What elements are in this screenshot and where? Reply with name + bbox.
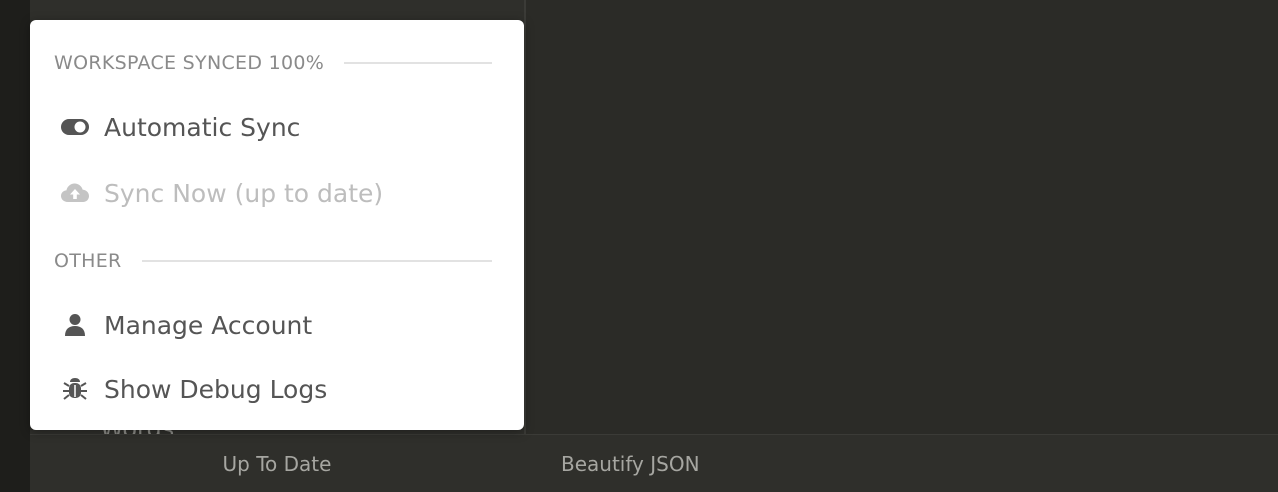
manage-account-label: Manage Account <box>104 310 313 340</box>
section-sync-label: WORKSPACE SYNCED 100% <box>54 52 325 74</box>
automatic-sync-label: Automatic Sync <box>104 112 301 142</box>
menu-item-sync-now[interactable]: Sync Now (up to date) <box>60 176 383 210</box>
section-other-label: OTHER <box>54 250 122 272</box>
section-header-sync: WORKSPACE SYNCED 100% <box>54 50 492 76</box>
beautify-json-label: Beautify JSON <box>561 451 700 476</box>
menu-item-manage-account[interactable]: Manage Account <box>60 308 312 342</box>
section-header-other: OTHER <box>54 248 492 274</box>
sync-dropdown-menu: WORKSPACE SYNCED 100% Automatic Sync Syn… <box>30 20 524 430</box>
section-divider <box>344 62 492 64</box>
left-strip <box>0 0 30 492</box>
debug-logs-label: Show Debug Logs <box>104 374 328 404</box>
sync-now-label: Sync Now (up to date) <box>104 178 384 208</box>
beautify-json-button[interactable]: Beautify JSON <box>561 435 700 492</box>
user-icon <box>60 313 90 337</box>
section-divider <box>141 260 492 262</box>
bug-icon <box>60 377 90 401</box>
menu-item-debug-logs[interactable]: Show Debug Logs <box>60 372 327 406</box>
sync-status-label: Up To Date <box>222 451 332 476</box>
cloud-upload-icon <box>60 181 90 205</box>
toggle-on-icon <box>60 115 90 139</box>
sync-status-button[interactable]: Up To Date <box>30 435 524 492</box>
menu-item-automatic-sync[interactable]: Automatic Sync <box>60 110 300 144</box>
app-window: Words Up To Date Beautify JSON WORKSPACE… <box>0 0 1278 492</box>
pane-divider[interactable] <box>524 0 526 492</box>
